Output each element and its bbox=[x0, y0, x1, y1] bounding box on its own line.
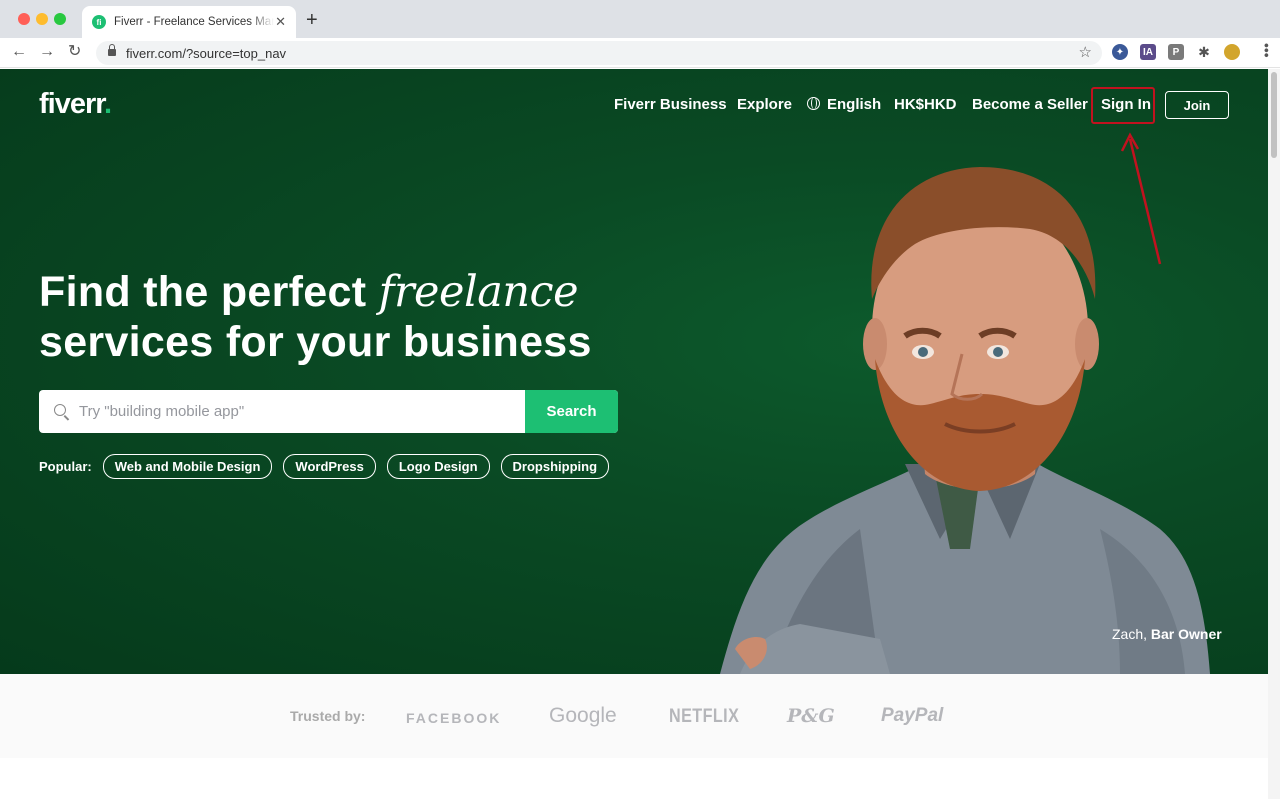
reload-icon[interactable]: ↻ bbox=[68, 43, 81, 61]
fiverr-logo[interactable]: fiverr. bbox=[39, 88, 112, 121]
popular-tags: Popular: Web and Mobile Design WordPress… bbox=[39, 454, 620, 479]
ia-extension-icon[interactable]: IA bbox=[1140, 44, 1156, 60]
popular-tag-web-mobile-design[interactable]: Web and Mobile Design bbox=[102, 454, 273, 479]
paypal-logo: PayPal bbox=[881, 705, 944, 726]
nav-sign-in[interactable]: Sign In bbox=[1101, 96, 1151, 113]
popular-label: Popular: bbox=[39, 459, 92, 474]
search-button[interactable]: Search bbox=[525, 390, 618, 433]
search-icon bbox=[54, 404, 66, 416]
popular-tag-wordpress[interactable]: WordPress bbox=[283, 454, 376, 479]
browser-tab-bar: fi Fiverr - Freelance Services Marketpla… bbox=[0, 0, 1280, 38]
maximize-window-button[interactable] bbox=[54, 13, 66, 25]
nav-currency[interactable]: HK$HKD bbox=[894, 96, 957, 113]
headline-italic: freelance bbox=[378, 267, 579, 317]
popular-tag-logo-design[interactable]: Logo Design bbox=[386, 454, 490, 479]
facebook-logo: FACEBOOK bbox=[406, 710, 502, 726]
p-extension-icon[interactable]: P bbox=[1168, 44, 1184, 60]
puzzle-extensions-icon[interactable]: ✱ bbox=[1196, 44, 1212, 60]
profile-avatar[interactable] bbox=[1224, 44, 1240, 60]
forward-arrow-icon[interactable]: → bbox=[39, 43, 55, 61]
fiverr-page: fiverr. Fiverr Business Explore English … bbox=[0, 69, 1268, 799]
bookmark-star-icon[interactable]: ☆ bbox=[1079, 43, 1092, 61]
minimize-window-button[interactable] bbox=[36, 13, 48, 25]
caption-name: Zach, bbox=[1112, 626, 1148, 642]
logo-text: fiverr bbox=[39, 88, 105, 120]
browser-tab[interactable]: fi Fiverr - Freelance Services Marketpla… bbox=[82, 6, 296, 38]
logo-dot: . bbox=[103, 88, 112, 120]
hero-search-bar: Search bbox=[39, 390, 618, 433]
hero-caption: Zach, Bar Owner bbox=[1112, 626, 1222, 642]
headline-line2: services for your business bbox=[39, 318, 592, 366]
trusted-by-label: Trusted by: bbox=[290, 708, 366, 724]
url-text: fiverr.com/?source=top_nav bbox=[126, 46, 287, 61]
address-bar[interactable]: fiverr.com/?source=top_nav ☆ bbox=[96, 41, 1102, 65]
search-input[interactable] bbox=[79, 390, 519, 433]
hero-section: fiverr. Fiverr Business Explore English … bbox=[0, 69, 1268, 674]
back-arrow-icon[interactable]: ← bbox=[11, 43, 27, 61]
netflix-logo: NETFLIX bbox=[669, 706, 740, 727]
hero-headline: Find the perfect freelance services for … bbox=[39, 267, 592, 367]
browser-toolbar: ← → ↻ fiverr.com/?source=top_nav ☆ ✦ IA … bbox=[0, 38, 1280, 68]
close-window-button[interactable] bbox=[18, 13, 30, 25]
fiverr-favicon-icon: fi bbox=[92, 15, 106, 29]
headline-part1: Find the perfect bbox=[39, 268, 379, 316]
pg-logo: P&G bbox=[787, 705, 835, 727]
nav-fiverr-business[interactable]: Fiverr Business bbox=[614, 96, 727, 113]
page-scrollbar[interactable] bbox=[1268, 69, 1280, 799]
nav-explore[interactable]: Explore bbox=[737, 96, 792, 113]
popular-tag-dropshipping[interactable]: Dropshipping bbox=[500, 454, 610, 479]
caption-role: Bar Owner bbox=[1150, 626, 1222, 642]
nav-language[interactable]: English bbox=[807, 96, 881, 113]
browser-menu-icon[interactable]: ••• bbox=[1259, 43, 1275, 58]
tab-title: Fiverr - Freelance Services Marketplace bbox=[114, 16, 274, 28]
nav-become-seller[interactable]: Become a Seller bbox=[972, 96, 1088, 113]
trusted-by-bar: Trusted by: FACEBOOK Google NETFLIX P&G … bbox=[0, 674, 1268, 758]
google-logo: Google bbox=[549, 704, 617, 727]
annotation-arrow-icon bbox=[1120, 132, 1162, 265]
lock-icon bbox=[108, 44, 116, 57]
vpn-extension-icon[interactable]: ✦ bbox=[1112, 44, 1128, 60]
join-button[interactable]: Join bbox=[1165, 91, 1229, 119]
new-tab-button[interactable]: + bbox=[306, 10, 318, 30]
language-label: English bbox=[827, 96, 882, 113]
close-tab-icon[interactable]: ✕ bbox=[275, 14, 286, 30]
globe-icon bbox=[807, 97, 820, 110]
scrollbar-thumb[interactable] bbox=[1271, 72, 1277, 158]
